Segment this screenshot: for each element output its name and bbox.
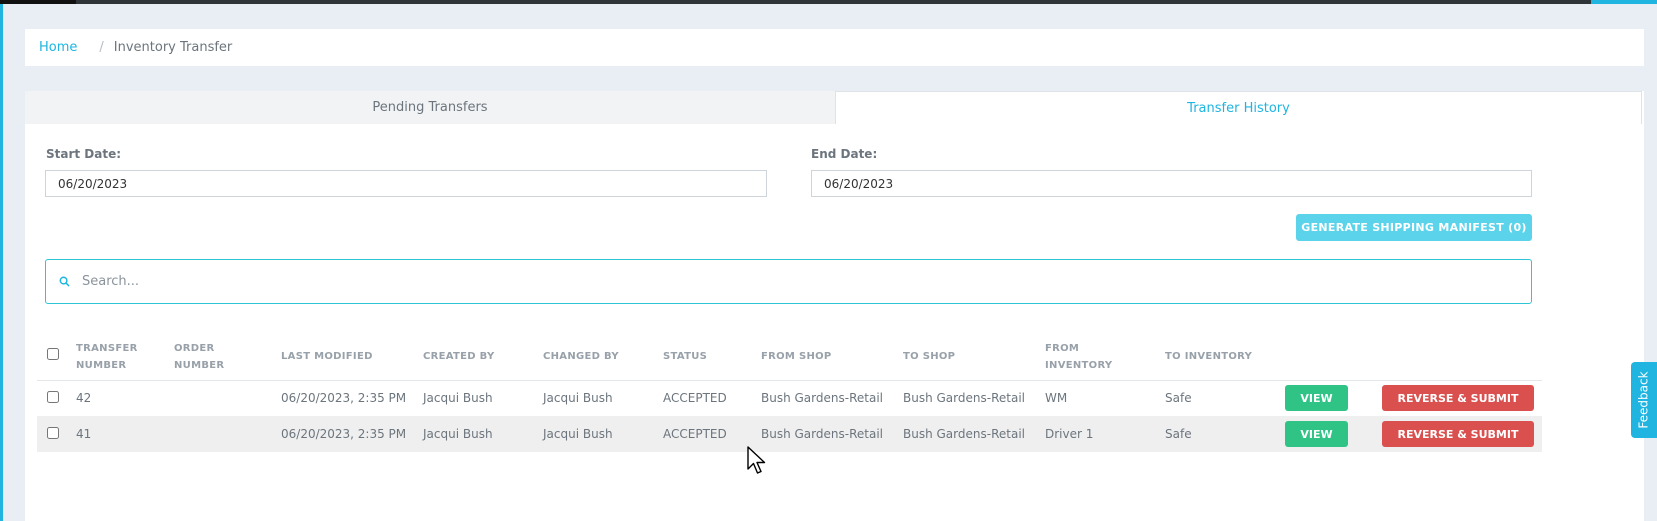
select-all-checkbox[interactable] bbox=[47, 347, 59, 360]
header-from-inventory: FROM INVENTORY bbox=[1045, 334, 1165, 381]
cell-transfer-number: 42 bbox=[76, 391, 92, 406]
transfer-table: TRANSFER NUMBER ORDER NUMBER LAST MODIFIED… bbox=[37, 334, 1542, 452]
end-date-input[interactable] bbox=[811, 170, 1532, 197]
header-order-number: ORDER NUMBER bbox=[174, 334, 281, 381]
row-select-cell bbox=[37, 380, 76, 416]
row-checkbox[interactable] bbox=[47, 426, 59, 439]
row-checkbox[interactable] bbox=[47, 390, 59, 403]
feedback-tab[interactable]: Feedback bbox=[1631, 362, 1657, 438]
end-date-label: End Date: bbox=[811, 147, 878, 161]
left-edge-accent bbox=[0, 4, 3, 521]
cell-last-modified: 06/20/2023, 2:35 PM bbox=[281, 391, 407, 406]
header-actions-view bbox=[1285, 334, 1382, 381]
mouse-cursor-icon bbox=[747, 446, 766, 474]
header-last-modified[interactable]: LAST MODIFIED bbox=[281, 334, 423, 381]
cell-status: ACCEPTED bbox=[663, 391, 727, 406]
cell-from-shop: Bush Gardens-Retail bbox=[761, 416, 903, 452]
tab-bar: Pending Transfers Transfer History bbox=[25, 91, 1644, 124]
cell-created-by: Jacqui Bush bbox=[423, 416, 543, 452]
cell-from-inventory: WM bbox=[1045, 391, 1068, 406]
search-input[interactable] bbox=[82, 261, 1531, 302]
top-bar-accent-right bbox=[1591, 0, 1657, 4]
cell-order-number bbox=[174, 380, 281, 416]
view-button[interactable]: VIEW bbox=[1285, 421, 1348, 447]
search-box bbox=[45, 259, 1532, 304]
header-transfer-number: TRANSFER NUMBER bbox=[76, 334, 174, 381]
cell-to-shop: Bush Gardens-Retail bbox=[903, 391, 1025, 406]
cell-to-inventory: Safe bbox=[1165, 416, 1285, 452]
breadcrumb-home-link[interactable]: Home bbox=[39, 40, 77, 55]
table-header-row: TRANSFER NUMBER ORDER NUMBER LAST MODIFIED… bbox=[37, 334, 1542, 381]
cell-to-inventory: Safe bbox=[1165, 391, 1192, 406]
cell-reverse: REVERSE & SUBMIT bbox=[1382, 416, 1542, 452]
table-row: 41 06/20/2023, 2:35 PM Jacqui Bush Jacqu… bbox=[37, 416, 1542, 452]
breadcrumb-separator: / bbox=[99, 40, 104, 55]
transfer-card: Pending Transfers Transfer History Start… bbox=[25, 91, 1644, 521]
header-to-inventory[interactable]: TO INVENTORY bbox=[1165, 334, 1285, 381]
row-select-cell bbox=[37, 416, 76, 452]
tab-pending-transfers[interactable]: Pending Transfers bbox=[25, 91, 835, 124]
header-from-shop[interactable]: FROM SHOP bbox=[761, 334, 903, 381]
top-bar bbox=[0, 0, 1657, 4]
header-status[interactable]: STATUS bbox=[663, 334, 761, 381]
reverse-submit-button[interactable]: REVERSE & SUBMIT bbox=[1382, 421, 1534, 447]
cell-view: VIEW bbox=[1285, 416, 1382, 452]
cell-order-number bbox=[174, 416, 281, 452]
breadcrumb-current: Inventory Transfer bbox=[113, 40, 233, 55]
top-bar-accent-left bbox=[0, 0, 76, 4]
cell-changed-by: Jacqui Bush bbox=[543, 391, 613, 406]
cell-created-by: Jacqui Bush bbox=[423, 391, 493, 406]
header-to-shop[interactable]: TO SHOP bbox=[903, 334, 1045, 381]
reverse-submit-button[interactable]: REVERSE & SUBMIT bbox=[1382, 385, 1534, 412]
search-icon bbox=[46, 276, 82, 287]
start-date-input[interactable] bbox=[45, 170, 767, 197]
cell-transfer-number: 41 bbox=[76, 416, 174, 452]
header-created-by[interactable]: CREATED BY bbox=[423, 334, 543, 381]
generate-shipping-manifest-button[interactable]: GENERATE SHIPPING MANIFEST (0) bbox=[1296, 214, 1532, 241]
breadcrumb: Home / Inventory Transfer bbox=[25, 29, 1644, 66]
cell-last-modified: 06/20/2023, 2:35 PM bbox=[281, 416, 423, 452]
cell-from-inventory: Driver 1 bbox=[1045, 416, 1165, 452]
header-actions-reverse bbox=[1382, 334, 1542, 381]
view-button[interactable]: VIEW bbox=[1285, 385, 1348, 412]
cell-view: VIEW bbox=[1285, 380, 1382, 416]
cell-from-shop: Bush Gardens-Retail bbox=[761, 391, 883, 406]
table-row: 42 06/20/2023, 2:35 PM Jacqui Bush Jacqu… bbox=[37, 380, 1542, 416]
select-all-cell bbox=[37, 334, 76, 381]
header-changed-by[interactable]: CHANGED BY bbox=[543, 334, 663, 381]
feedback-label: Feedback bbox=[1637, 371, 1651, 429]
cell-reverse: REVERSE & SUBMIT bbox=[1382, 380, 1542, 416]
start-date-label: Start Date: bbox=[46, 147, 122, 161]
tab-transfer-history[interactable]: Transfer History bbox=[835, 91, 1642, 124]
cell-changed-by: Jacqui Bush bbox=[543, 416, 663, 452]
cell-to-shop: Bush Gardens-Retail bbox=[903, 416, 1045, 452]
